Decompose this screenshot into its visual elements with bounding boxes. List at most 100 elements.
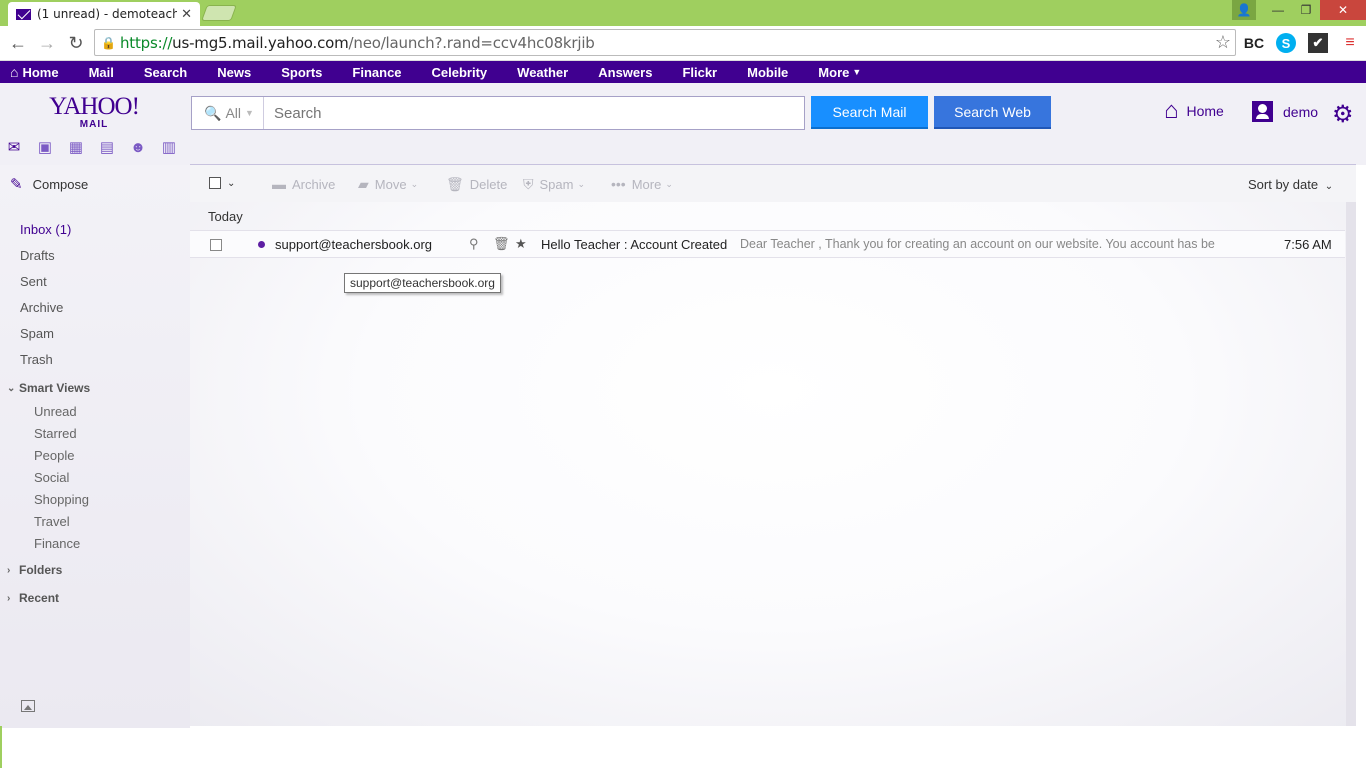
chevron-down-icon: ⌄	[577, 179, 586, 189]
ynav-mobile[interactable]: Mobile	[747, 65, 788, 80]
more-actions-button[interactable]: ••• More ⌄	[611, 176, 673, 192]
address-bar[interactable]: 🔒 https://us-mg5.mail.yahoo.com/neo/laun…	[94, 29, 1236, 56]
select-all-dropdown[interactable]: ⌄	[209, 177, 235, 189]
check-extension-icon[interactable]: ✔	[1308, 33, 1328, 53]
mail-header: YAHOO! MAIL 🔍 All ▼ Search Mail Search W…	[0, 83, 1366, 165]
newsfeed-app-icon[interactable]: ▥	[161, 139, 177, 156]
folder-archive[interactable]: Archive	[20, 300, 63, 315]
star-icon[interactable]: ★	[515, 236, 527, 252]
yahoo-mail-logo[interactable]: YAHOO! MAIL	[48, 94, 140, 130]
mail-app-icon[interactable]: ✉	[6, 139, 22, 156]
settings-gear-icon[interactable]: ⚙	[1332, 100, 1354, 129]
header-home-link[interactable]: ⌂ Home	[1164, 97, 1224, 124]
date-group-header: Today	[208, 209, 243, 224]
ynav-news[interactable]: News	[217, 65, 251, 80]
ynav-celebrity[interactable]: Celebrity	[432, 65, 488, 80]
notepad-app-icon[interactable]: ▤	[99, 139, 115, 156]
window-border	[0, 726, 2, 768]
search-mail-button[interactable]: Search Mail	[811, 96, 928, 129]
app-switcher: ✉ ▣ ▦ ▤ ☻ ▥	[6, 139, 192, 157]
mail-favicon-icon	[16, 8, 31, 20]
ynav-sports[interactable]: Sports	[281, 65, 322, 80]
trash-icon[interactable]: 🗑	[493, 236, 510, 252]
folders-toggle[interactable]: › Folders	[7, 563, 62, 577]
delete-button[interactable]: 🗑 Delete	[446, 176, 507, 193]
vertical-scrollbar[interactable]	[1346, 202, 1356, 726]
close-window-icon[interactable]: ✕	[1320, 0, 1366, 20]
spam-button[interactable]: ⛨ Spam ⌄	[523, 176, 585, 193]
ellipsis-icon: •••	[611, 176, 626, 192]
message-checkbox[interactable]	[210, 239, 222, 251]
folder-spam[interactable]: Spam	[20, 326, 54, 341]
search-box: 🔍 All ▼	[191, 96, 805, 130]
message-time: 7:56 AM	[1284, 237, 1332, 252]
smart-view-social[interactable]: Social	[34, 470, 69, 485]
search-sender-icon[interactable]: ⚲	[469, 236, 479, 252]
search-web-button[interactable]: Search Web	[934, 96, 1051, 129]
ynav-search[interactable]: Search	[144, 65, 187, 80]
browser-tab-active[interactable]: (1 unread) - demoteacher@ ✕	[8, 2, 200, 26]
sender-tooltip: support@teachersbook.org	[344, 273, 501, 293]
unread-dot-icon[interactable]	[258, 241, 265, 248]
ynav-home[interactable]: ⌂ Home	[10, 64, 59, 80]
smart-view-travel[interactable]: Travel	[34, 514, 70, 529]
bookmark-star-icon[interactable]: ☆	[1215, 32, 1231, 53]
folder-trash[interactable]: Trash	[20, 352, 53, 367]
smart-view-starred[interactable]: Starred	[34, 426, 77, 441]
compose-button[interactable]: ✎ Compose	[10, 175, 88, 193]
message-subject: Hello Teacher : Account Created	[541, 237, 728, 252]
menu-icon[interactable]: ≡	[1342, 32, 1358, 54]
chevron-down-icon: ⌄	[665, 178, 673, 189]
new-tab-button[interactable]	[201, 5, 237, 21]
smart-view-finance[interactable]: Finance	[34, 536, 80, 551]
folder-inbox[interactable]: Inbox (1)	[20, 222, 71, 237]
move-folder-icon: ▰	[358, 176, 369, 192]
contacts-app-icon[interactable]: ▣	[37, 139, 53, 156]
calendar-app-icon[interactable]: ▦	[68, 139, 84, 156]
profile-icon[interactable]: 👤	[1232, 0, 1256, 20]
smart-views-toggle[interactable]: ⌄ Smart Views	[7, 381, 90, 395]
chevron-down-icon: ▼	[852, 67, 862, 77]
smart-view-people[interactable]: People	[34, 448, 74, 463]
message-row[interactable]: support@teachersbook.org ⚲ 🗑 ★ Hello Tea…	[190, 230, 1345, 258]
ynav-weather[interactable]: Weather	[517, 65, 568, 80]
message-preview: Dear Teacher , Thank you for creating an…	[740, 237, 1215, 251]
browser-tab-bar: (1 unread) - demoteacher@ ✕ 👤 — ❐ ✕	[0, 0, 1366, 26]
archive-button[interactable]: ▬ Archive	[272, 176, 335, 192]
chevron-down-icon: ▼	[245, 108, 254, 118]
ynav-answers[interactable]: Answers	[598, 65, 652, 80]
skype-extension-icon[interactable]: S	[1276, 33, 1296, 53]
minimize-icon[interactable]: —	[1264, 0, 1292, 20]
select-all-checkbox[interactable]	[209, 177, 221, 189]
smart-view-unread[interactable]: Unread	[34, 404, 77, 419]
back-icon[interactable]: ←	[6, 31, 30, 55]
lock-icon: 🔒	[101, 36, 116, 50]
search-scope-dropdown[interactable]: 🔍 All ▼	[192, 97, 264, 129]
pencil-icon: ✎	[10, 176, 23, 193]
search-input[interactable]	[264, 104, 804, 122]
sort-dropdown[interactable]: Sort by date ⌄	[1248, 177, 1333, 192]
move-button[interactable]: ▰ Move ⌄	[358, 176, 418, 193]
restore-icon[interactable]: ❐	[1292, 0, 1320, 20]
tab-close-icon[interactable]: ✕	[181, 6, 192, 22]
home-icon: ⌂	[10, 64, 19, 80]
folder-sent[interactable]: Sent	[20, 274, 47, 289]
extension-bc[interactable]: BC	[1242, 32, 1266, 54]
ynav-mail[interactable]: Mail	[89, 65, 114, 80]
theme-image-icon[interactable]	[21, 700, 35, 712]
tab-title: (1 unread) - demoteacher@	[37, 7, 178, 21]
smart-view-shopping[interactable]: Shopping	[34, 492, 89, 507]
yahoo-global-nav: ⌂ Home Mail Search News Sports Finance Ce…	[0, 61, 1366, 83]
ynav-finance[interactable]: Finance	[352, 65, 401, 80]
ynav-more[interactable]: More ▼	[818, 65, 861, 80]
home-icon: ⌂	[1164, 97, 1179, 124]
url-text: https://us-mg5.mail.yahoo.com/neo/launch…	[120, 33, 595, 52]
chevron-down-icon: ⌄	[410, 179, 419, 189]
header-user-link[interactable]: demo	[1252, 101, 1318, 122]
reload-icon[interactable]: ↻	[64, 31, 88, 55]
forward-icon[interactable]: →	[35, 31, 59, 55]
messenger-app-icon[interactable]: ☻	[130, 139, 146, 156]
folder-drafts[interactable]: Drafts	[20, 248, 55, 263]
recent-toggle[interactable]: › Recent	[7, 591, 59, 605]
ynav-flickr[interactable]: Flickr	[682, 65, 717, 80]
